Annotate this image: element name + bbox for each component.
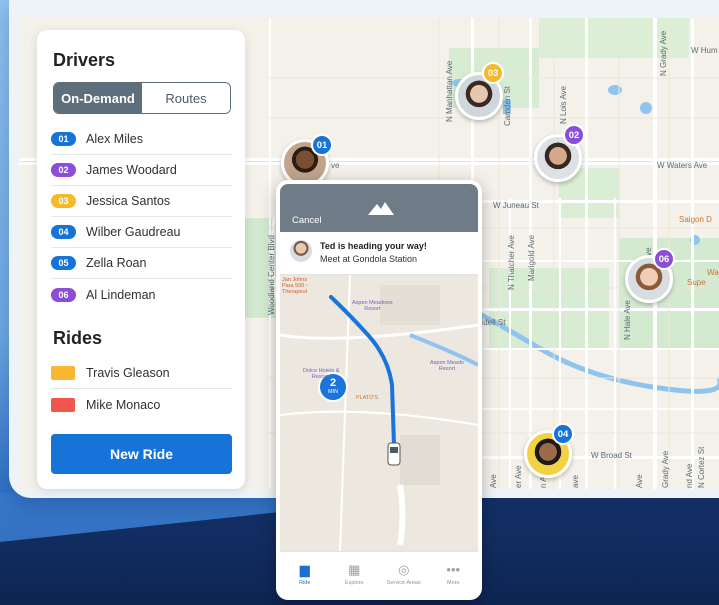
driver-name: Jessica Santos xyxy=(86,194,171,208)
driver-avatar xyxy=(290,240,312,262)
poi-label: Jan Johns Para 500 - Therapeut xyxy=(282,277,308,295)
driver-number-badge: 02 xyxy=(51,163,76,177)
tab-explore[interactable]: ▦ Explore xyxy=(330,552,380,596)
street-label: Woodland Center Blvd xyxy=(267,235,276,315)
tab-more[interactable]: ••• More xyxy=(429,552,479,596)
drivers-panel: Drivers On-Demand Routes 01 Alex Miles 0… xyxy=(37,30,245,489)
ride-row[interactable]: Travis Gleason xyxy=(51,358,232,389)
driver-name: Wilber Gaudreau xyxy=(86,225,181,239)
driver-number-badge: 03 xyxy=(51,194,76,208)
tab-service-areas[interactable]: ◎ Service Areas xyxy=(379,552,429,596)
mountain-logo-icon xyxy=(368,202,394,215)
street-label: N Hale Ave xyxy=(623,300,632,340)
poi-label: Aspen Meadows Resort xyxy=(352,300,393,312)
driver-mode-toggle: On-Demand Routes xyxy=(53,82,231,114)
street-label: N Grady Ave xyxy=(659,30,668,76)
map-icon: ▦ xyxy=(348,561,361,577)
driver-name: Alex Miles xyxy=(86,132,143,146)
driver-row[interactable]: 05 Zella Roan xyxy=(51,248,232,279)
ride-name: Mike Monaco xyxy=(86,397,161,412)
poi-label: Aspen Meado Resort xyxy=(430,360,464,372)
poi-label: Wa xyxy=(707,268,719,277)
driver-marker-badge: 04 xyxy=(552,423,574,445)
notice-subtitle: Meet at Gondola Station xyxy=(320,254,418,264)
ride-color-swatch xyxy=(51,366,75,380)
street-label: ave xyxy=(571,475,580,488)
driver-number-badge: 06 xyxy=(51,287,76,302)
street-label: N Cortez St xyxy=(697,446,706,488)
street-label: N Manhattan Ave xyxy=(445,60,454,122)
street-label: W Juneau St xyxy=(493,201,539,210)
street-label: Grady Ave xyxy=(661,450,670,488)
street-label: Ave xyxy=(489,474,498,488)
driver-name: Zella Roan xyxy=(86,256,147,270)
driver-number-badge: 05 xyxy=(51,256,76,270)
cancel-button[interactable]: Cancel xyxy=(292,215,322,226)
tab-label: Ride xyxy=(299,579,311,586)
street-label: W Broad St xyxy=(591,451,632,460)
phone-map-roads xyxy=(280,275,478,551)
street-label: W Waters Ave xyxy=(657,161,708,170)
eta-unit: MIN xyxy=(327,389,339,395)
tab-on-demand[interactable]: On-Demand xyxy=(54,83,142,113)
drivers-title: Drivers xyxy=(53,50,116,70)
ride-row[interactable]: Mike Monaco xyxy=(51,389,232,420)
street-label: ve xyxy=(331,161,340,170)
driver-marker-badge: 01 xyxy=(311,134,333,156)
ride-color-swatch xyxy=(51,397,75,412)
tab-routes[interactable]: Routes xyxy=(142,83,230,113)
street-label: N Lois Ave xyxy=(559,85,568,124)
tab-ride[interactable]: ▆ Ride xyxy=(280,552,330,596)
new-ride-button[interactable]: New Ride xyxy=(51,434,232,474)
driver-number-badge: 01 xyxy=(51,132,76,146)
ride-notice: Ted is heading your way! Meet at Gondola… xyxy=(280,232,478,275)
street-label: N Thatcher Ave xyxy=(507,235,516,290)
driver-row[interactable]: 04 Wilber Gaudreau xyxy=(51,217,232,248)
phone-map[interactable]: 2 MIN Jan Johns Para 500 - Therapeut Asp… xyxy=(280,275,478,551)
poi-label: Saigon D xyxy=(679,215,712,224)
street-label: Marigold Ave xyxy=(527,234,536,281)
street-label: W Hum xyxy=(691,46,718,55)
street-label: Camden St xyxy=(503,85,512,126)
car-icon: ▆ xyxy=(299,561,310,577)
poi-label: Supe xyxy=(687,278,706,287)
driver-name: James Woodard xyxy=(86,163,177,177)
tab-label: Service Areas xyxy=(386,579,421,586)
street-label: nd Ave xyxy=(685,463,694,488)
driver-number-badge: 04 xyxy=(51,225,76,239)
poi-label: PLATO'S xyxy=(356,395,379,401)
ride-name: Travis Gleason xyxy=(86,366,170,380)
street-label: Ave xyxy=(635,474,644,488)
driver-row[interactable]: 02 James Woodard xyxy=(51,155,232,186)
poi-label: Dolce Hotels & Resorts xyxy=(303,368,340,380)
driver-marker-badge: 03 xyxy=(482,62,504,84)
notice-title: Ted is heading your way! xyxy=(320,241,427,251)
street-label: er Ave xyxy=(514,465,523,488)
tab-label: Explore xyxy=(344,579,364,586)
phone-mockup: Cancel Ted is heading your way! Meet at … xyxy=(276,180,482,600)
tab-label: More xyxy=(446,579,460,586)
street-label: Idell St xyxy=(481,318,506,327)
driver-row[interactable]: 06 Al Lindeman xyxy=(51,279,232,310)
phone-header: Cancel xyxy=(280,184,478,232)
rides-title: Rides xyxy=(53,328,103,348)
driver-marker-badge: 02 xyxy=(563,124,585,146)
driver-row[interactable]: 01 Alex Miles xyxy=(51,124,232,155)
driver-row[interactable]: 03 Jessica Santos xyxy=(51,186,232,217)
driver-marker-badge: 06 xyxy=(653,248,675,270)
phone-tab-bar: ▆ Ride ▦ Explore ◎ Service Areas ••• Mor… xyxy=(280,551,478,596)
area-icon: ◎ xyxy=(398,561,410,577)
more-icon: ••• xyxy=(446,561,461,577)
driver-name: Al Lindeman xyxy=(86,287,156,302)
